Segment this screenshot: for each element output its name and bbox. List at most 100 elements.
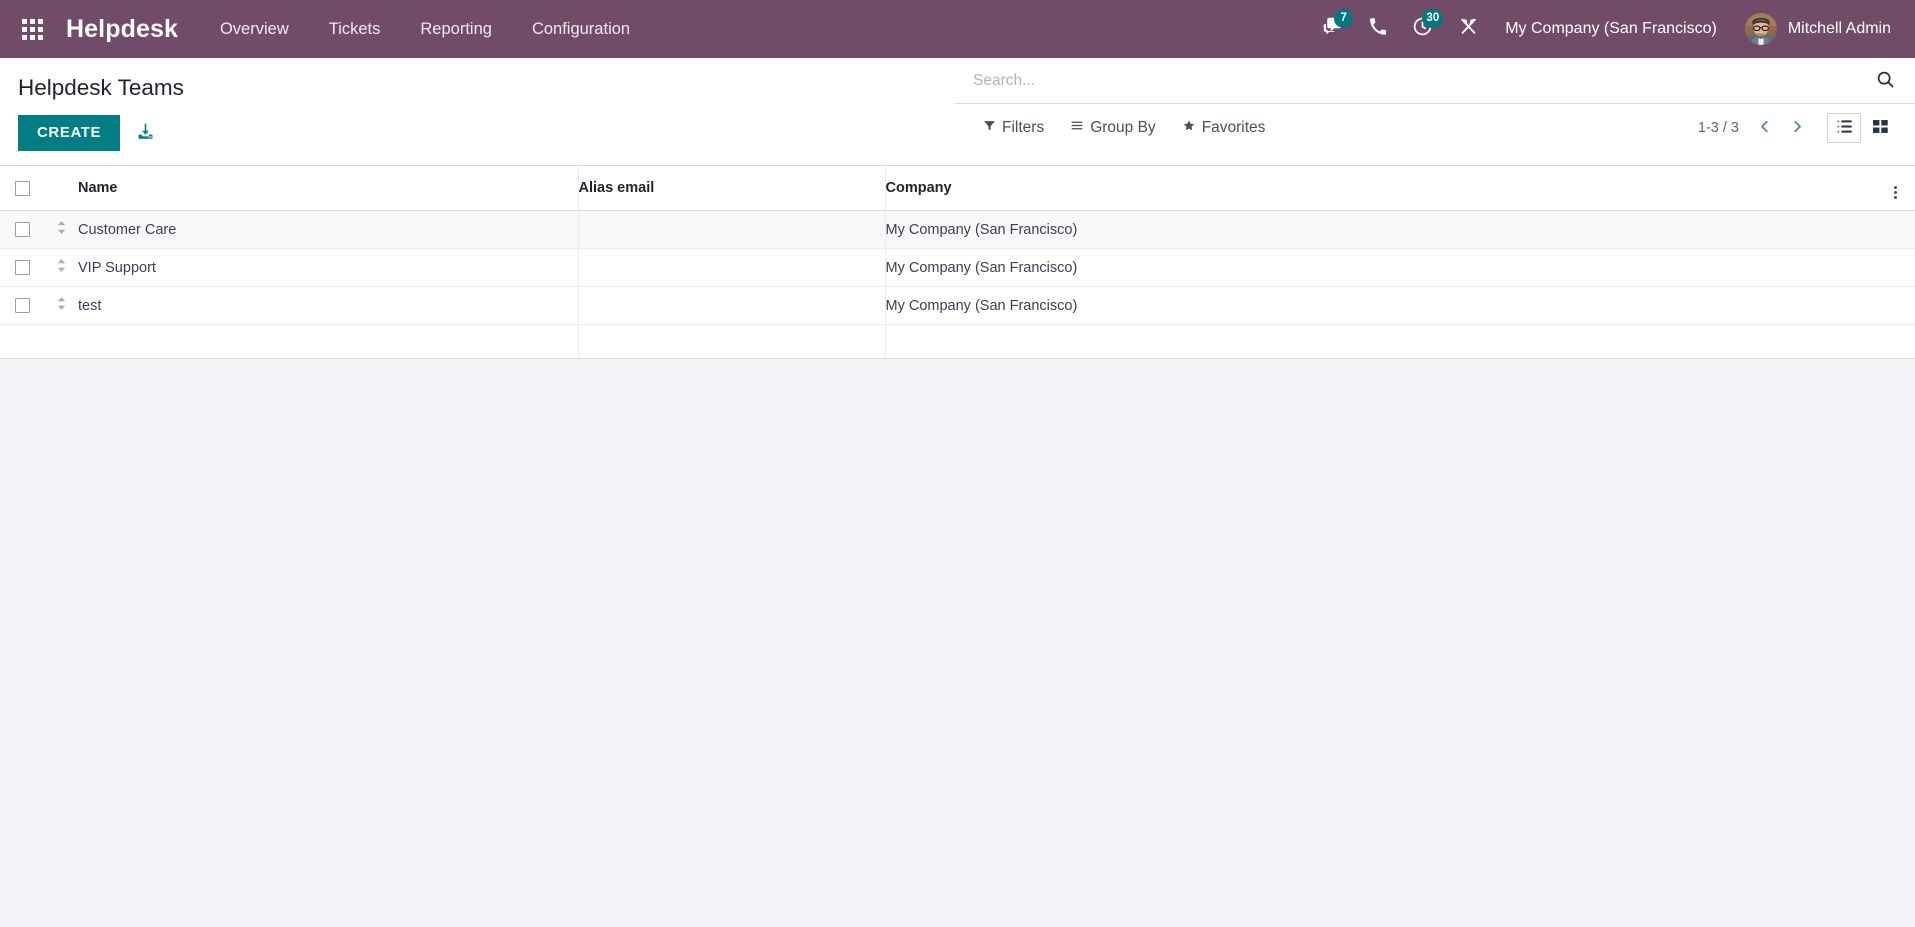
- search-icon: [1876, 70, 1895, 92]
- activities-menu-button[interactable]: 30: [1399, 0, 1446, 58]
- view-switcher-list[interactable]: [1827, 112, 1861, 143]
- filters-label: Filters: [1002, 118, 1045, 136]
- row-checkbox[interactable]: [14, 298, 30, 314]
- search-view: [955, 58, 1915, 104]
- row-optional-cell: [1875, 210, 1915, 249]
- messaging-menu-button[interactable]: 7: [1309, 0, 1356, 58]
- cell-alias-email[interactable]: [578, 286, 886, 325]
- pager-next-button[interactable]: [1782, 116, 1813, 140]
- control-panel-top-row: Helpdesk Teams CREATE Search... Filters …: [0, 58, 1915, 165]
- control-panel: Helpdesk Teams CREATE Search... Filters …: [0, 58, 1915, 166]
- drag-handle-icon[interactable]: [56, 258, 67, 273]
- avatar: [1744, 13, 1777, 45]
- row-optional-cell: [1875, 248, 1915, 287]
- group-by-dropdown[interactable]: Group By: [1060, 114, 1165, 142]
- cell-alias-email[interactable]: [578, 210, 886, 249]
- filler-cell: [1875, 324, 1915, 359]
- kebab-menu-icon[interactable]: [1893, 186, 1897, 199]
- cell-company[interactable]: My Company (San Francisco): [885, 210, 1875, 249]
- chevron-left-icon: [1757, 118, 1772, 138]
- column-header-company[interactable]: Company: [885, 166, 1875, 211]
- select-all-checkbox[interactable]: [14, 180, 30, 196]
- import-records-button[interactable]: [128, 118, 163, 148]
- company-switcher[interactable]: My Company (San Francisco): [1491, 0, 1731, 58]
- row-select-cell: [0, 248, 44, 287]
- view-switcher-kanban[interactable]: [1863, 113, 1897, 143]
- apps-grid-icon: [21, 18, 43, 40]
- drag-handle-icon[interactable]: [56, 296, 67, 311]
- menu-item-tickets[interactable]: Tickets: [309, 0, 401, 58]
- menu-item-reporting[interactable]: Reporting: [400, 0, 512, 58]
- select-all-header: [0, 166, 44, 211]
- row-select-cell: [0, 286, 44, 325]
- pager: 1-3 / 3: [1698, 116, 1813, 140]
- optional-columns-header: [1875, 166, 1915, 211]
- column-header-name[interactable]: Name: [78, 166, 579, 211]
- filter-funnel-icon: [983, 119, 996, 137]
- cell-company[interactable]: My Company (San Francisco): [885, 248, 1875, 287]
- cell-alias-email[interactable]: [578, 248, 886, 287]
- table-row[interactable]: Customer Care My Company (San Francisco): [0, 210, 1915, 249]
- debug-menu-button[interactable]: [1446, 0, 1491, 58]
- cell-name[interactable]: test: [78, 286, 579, 325]
- user-menu-button[interactable]: Mitchell Admin: [1731, 0, 1897, 58]
- table-row[interactable]: test My Company (San Francisco): [0, 286, 1915, 325]
- row-checkbox[interactable]: [14, 260, 30, 276]
- search-button[interactable]: [1868, 70, 1895, 92]
- control-panel-buttons: CREATE: [18, 115, 955, 165]
- top-navbar: Helpdesk Overview Tickets Reporting Conf…: [0, 0, 1915, 58]
- view-switcher: [1827, 112, 1897, 143]
- search-input[interactable]: [973, 71, 1868, 90]
- control-panel-left: Helpdesk Teams CREATE: [0, 58, 955, 165]
- phone-icon: [1369, 18, 1387, 40]
- filler-cell: [885, 324, 1875, 359]
- handle-column-header: [44, 166, 78, 211]
- page-background: [0, 359, 1915, 927]
- systray: 7 30 My Company (San Francisco) Mitchell…: [1309, 0, 1897, 58]
- chevron-right-icon: [1790, 118, 1805, 138]
- group-by-lines-icon: [1070, 119, 1084, 137]
- helpdesk-teams-table: Name Alias email Company Customer Care M…: [0, 166, 1915, 359]
- apps-menu-button[interactable]: [10, 7, 54, 51]
- menu-item-overview[interactable]: Overview: [200, 0, 309, 58]
- messaging-counter-badge: 7: [1334, 9, 1354, 28]
- page-title: Helpdesk Teams: [18, 75, 184, 100]
- cell-name[interactable]: Customer Care: [78, 210, 579, 249]
- drag-handle-icon[interactable]: [56, 220, 67, 235]
- column-header-alias-email[interactable]: Alias email: [578, 166, 886, 211]
- voip-menu-button[interactable]: [1356, 0, 1399, 58]
- row-checkbox[interactable]: [14, 222, 30, 238]
- control-panel-right: Filters Group By: [955, 58, 1915, 151]
- import-download-icon: [136, 122, 155, 144]
- row-handle-cell: [44, 210, 78, 249]
- table-body: Customer Care My Company (San Francisco): [0, 210, 1915, 359]
- group-by-label: Group By: [1090, 118, 1156, 136]
- user-name-label: Mitchell Admin: [1787, 20, 1891, 37]
- favorites-dropdown[interactable]: Favorites: [1172, 114, 1276, 142]
- filler-cell: [0, 324, 44, 359]
- app-brand-helpdesk[interactable]: Helpdesk: [66, 15, 178, 44]
- filters-dropdown[interactable]: Filters: [973, 114, 1054, 142]
- cell-name[interactable]: VIP Support: [78, 248, 579, 287]
- kanban-view-icon: [1872, 119, 1889, 137]
- table-header-row: Name Alias email Company: [0, 166, 1915, 211]
- menu-item-configuration[interactable]: Configuration: [512, 0, 650, 58]
- row-handle-cell: [44, 286, 78, 325]
- list-view-container: Name Alias email Company Customer Care M…: [0, 166, 1915, 359]
- table-filler-row: [0, 324, 1915, 359]
- filler-cell: [44, 324, 78, 359]
- pager-previous-button[interactable]: [1749, 116, 1780, 140]
- cell-company[interactable]: My Company (San Francisco): [885, 286, 1875, 325]
- filler-cell: [578, 324, 886, 359]
- row-handle-cell: [44, 248, 78, 287]
- create-button[interactable]: CREATE: [18, 115, 121, 151]
- pager-value[interactable]: 1-3 / 3: [1698, 120, 1739, 136]
- search-dropdowns: Filters Group By Favorites: [973, 114, 1275, 142]
- row-optional-cell: [1875, 286, 1915, 325]
- table-row[interactable]: VIP Support My Company (San Francisco): [0, 248, 1915, 287]
- filler-cell: [78, 324, 579, 359]
- activities-counter-badge: 30: [1422, 9, 1444, 28]
- main-menu: Overview Tickets Reporting Configuration: [200, 0, 650, 58]
- favorites-label: Favorites: [1201, 118, 1266, 136]
- wrench-bug-icon: [1459, 17, 1478, 41]
